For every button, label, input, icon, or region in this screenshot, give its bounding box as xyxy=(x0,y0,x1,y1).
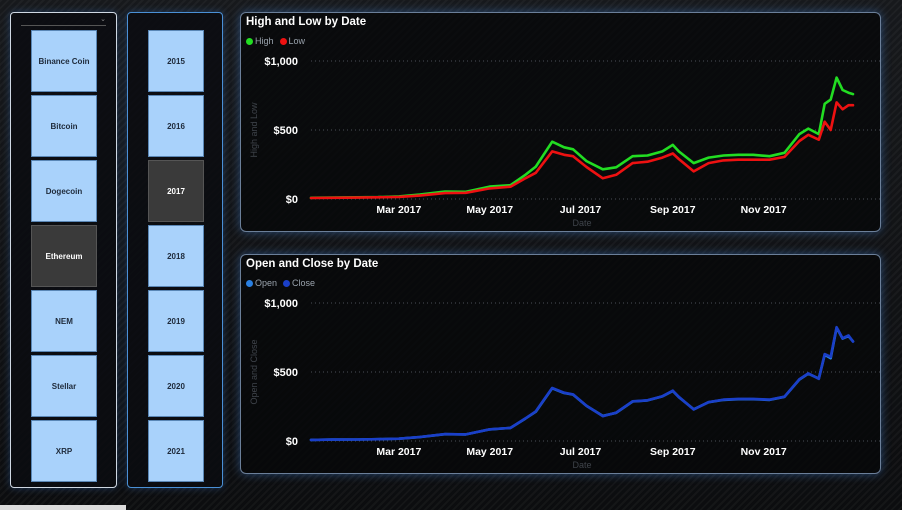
x-tick-label: May 2017 xyxy=(466,446,513,458)
year-tile-2021[interactable]: 2021 xyxy=(148,420,204,482)
year-tile-2016[interactable]: 2016 xyxy=(148,95,204,157)
x-tick-label: Sep 2017 xyxy=(650,204,696,216)
x-tick-label: May 2017 xyxy=(466,204,513,216)
x-tick-label: Mar 2017 xyxy=(376,446,421,458)
open-close-chart-panel: Open and Close by Date Open Close $0 $500… xyxy=(240,254,881,474)
x-tick-label: Mar 2017 xyxy=(376,204,421,216)
coin-tile-bitcoin[interactable]: Bitcoin xyxy=(31,95,97,157)
series-line-close xyxy=(309,325,855,442)
y-axis-title: Open and Close xyxy=(249,339,259,404)
high-low-chart-panel: High and Low by Date High Low $0 $500 $1,0… xyxy=(240,12,881,232)
year-tile-2015[interactable]: 2015 xyxy=(148,30,204,92)
year-slicer: 2015 2016 2017 2018 2019 2020 2021 xyxy=(127,12,223,488)
high-low-line-chart[interactable]: $0 $500 $1,000 Mar 2017 May 2017 Jul 2017 Sep … xyxy=(241,13,882,233)
y-tick-label: $1,000 xyxy=(264,56,298,68)
coin-slicer: ⌄ Binance Coin Bitcoin Dogecoin Ethereum NEM… xyxy=(10,12,117,488)
series-line-low xyxy=(309,101,855,200)
x-tick-label: Jul 2017 xyxy=(560,446,602,458)
year-tile-2020[interactable]: 2020 xyxy=(148,355,204,417)
x-tick-label: Sep 2017 xyxy=(650,446,696,458)
year-tile-2017[interactable]: 2017 xyxy=(148,160,204,222)
coin-tile-stellar[interactable]: Stellar xyxy=(31,355,97,417)
coin-tile-binance-coin[interactable]: Binance Coin xyxy=(31,30,97,92)
series-line-open xyxy=(309,326,855,442)
series-line-high xyxy=(309,76,855,200)
x-tick-label: Jul 2017 xyxy=(560,204,602,216)
y-tick-label: $0 xyxy=(286,194,298,206)
coin-tile-xrp[interactable]: XRP xyxy=(31,420,97,482)
coin-tile-nem[interactable]: NEM xyxy=(31,290,97,352)
y-tick-label: $500 xyxy=(274,367,298,379)
year-tile-2018[interactable]: 2018 xyxy=(148,225,204,287)
x-axis-title: Date xyxy=(572,460,591,470)
x-axis-title: Date xyxy=(572,218,591,228)
coin-tile-ethereum[interactable]: Ethereum xyxy=(31,225,97,287)
y-axis-title: High and Low xyxy=(249,102,259,158)
year-tile-2019[interactable]: 2019 xyxy=(148,290,204,352)
x-tick-label: Nov 2017 xyxy=(741,446,787,458)
y-tick-label: $0 xyxy=(286,436,298,448)
coin-tile-dogecoin[interactable]: Dogecoin xyxy=(31,160,97,222)
page-tab[interactable] xyxy=(0,505,126,510)
x-tick-label: Nov 2017 xyxy=(741,204,787,216)
open-close-line-chart[interactable]: $0 $500 $1,000 Mar 2017 May 2017 Jul 2017 Sep … xyxy=(241,255,882,475)
y-tick-label: $500 xyxy=(274,125,298,137)
coin-slicer-header[interactable]: ⌄ xyxy=(21,15,106,26)
y-tick-label: $1,000 xyxy=(264,298,298,310)
chevron-down-icon[interactable]: ⌄ xyxy=(100,15,106,23)
